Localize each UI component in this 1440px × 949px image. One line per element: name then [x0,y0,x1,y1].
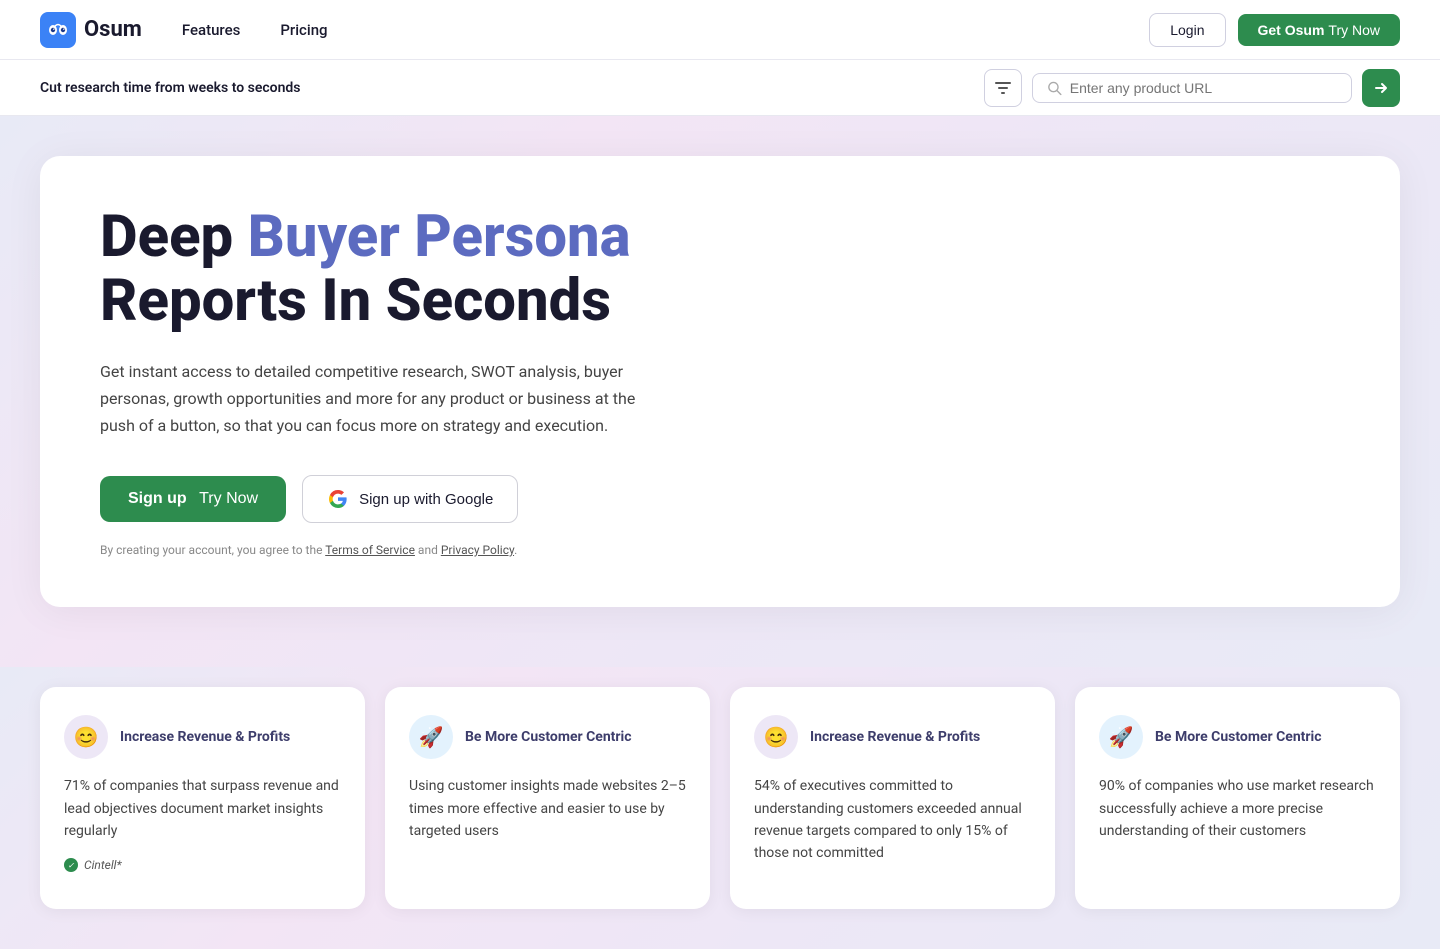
smiley-icon-2: 😊 [764,725,789,749]
card-body-3: 54% of executives committed to understan… [754,775,1031,865]
nav-right: Login Get Osum Try Now [1149,13,1400,47]
search-input[interactable] [1070,80,1337,96]
card-icon-4: 🚀 [1099,715,1143,759]
card-header-4: 🚀 Be More Customer Centric [1099,715,1376,759]
search-icon [1047,80,1062,96]
card-title-2: Be More Customer Centric [465,729,632,745]
card-source-1: ✓ Cintell* [64,858,341,872]
nav-link-features[interactable]: Features [182,21,240,39]
filter-button[interactable] [984,69,1022,107]
hero-section: Deep Buyer Persona Reports In Seconds Ge… [0,116,1440,667]
get-osum-label: Get Osum [1258,22,1325,38]
card-customer-1: 🚀 Be More Customer Centric Using custome… [385,687,710,909]
hero-buttons: Sign up Try Now Sign up with Google [100,475,1340,523]
card-body-2: Using customer insights made websites 2–… [409,775,686,842]
hero-title-plain: Deep [100,203,248,271]
terms-of-service-link[interactable]: Terms of Service [325,543,415,557]
get-osum-try: Try Now [1328,22,1380,38]
hero-title: Deep Buyer Persona Reports In Seconds [100,206,1340,334]
hero-title-accent: Buyer Persona [248,203,631,271]
search-go-button[interactable] [1362,69,1400,107]
logo-text: Osum [84,17,142,42]
get-osum-button[interactable]: Get Osum Try Now [1238,14,1401,46]
cards-section: 😊 Increase Revenue & Profits 71% of comp… [0,667,1440,949]
card-revenue-1: 😊 Increase Revenue & Profits 71% of comp… [40,687,365,909]
osum-logo-icon [40,12,76,48]
source-label-1: Cintell* [84,858,122,872]
search-input-wrap [1032,73,1352,103]
arrow-right-icon [1373,80,1389,96]
signup-google-button[interactable]: Sign up with Google [302,475,518,523]
card-icon-1: 😊 [64,715,108,759]
filter-icon [995,80,1011,96]
hero-description: Get instant access to detailed competiti… [100,358,660,440]
cards-grid: 😊 Increase Revenue & Profits 71% of comp… [40,687,1400,909]
toolbar-bar: Cut research time from weeks to seconds [0,60,1440,116]
card-icon-3: 😊 [754,715,798,759]
nav-link-pricing[interactable]: Pricing [280,21,327,39]
nav-logo[interactable]: Osum [40,12,142,48]
signup-label: Sign up [128,490,187,508]
signup-try-label: Try Now [199,490,258,508]
card-icon-2: 🚀 [409,715,453,759]
card-customer-2: 🚀 Be More Customer Centric 90% of compan… [1075,687,1400,909]
source-dot-1: ✓ [64,858,78,872]
hero-title-rest: Reports In Seconds [100,267,611,335]
google-signup-label: Sign up with Google [359,491,493,508]
card-header-3: 😊 Increase Revenue & Profits [754,715,1031,759]
toolbar-right [984,69,1400,107]
card-revenue-2: 😊 Increase Revenue & Profits 54% of exec… [730,687,1055,909]
login-button[interactable]: Login [1149,13,1225,47]
card-body-4: 90% of companies who use market research… [1099,775,1376,842]
card-title-4: Be More Customer Centric [1155,729,1322,745]
privacy-policy-link[interactable]: Privacy Policy [441,543,514,557]
google-icon [327,488,349,510]
card-header-2: 🚀 Be More Customer Centric [409,715,686,759]
rocket-icon-2: 🚀 [1109,725,1134,749]
card-body-1: 71% of companies that surpass revenue an… [64,775,341,842]
card-title-3: Increase Revenue & Profits [810,729,980,745]
rocket-icon-1: 🚀 [419,725,444,749]
card-header-1: 😊 Increase Revenue & Profits [64,715,341,759]
signup-now-button[interactable]: Sign up Try Now [100,476,286,522]
navbar: Osum Features Pricing Login Get Osum Try… [0,0,1440,60]
smiley-icon-1: 😊 [74,725,99,749]
nav-left: Osum Features Pricing [40,12,328,48]
card-title-1: Increase Revenue & Profits [120,729,290,745]
toolbar-tagline: Cut research time from weeks to seconds [40,80,301,96]
hero-card: Deep Buyer Persona Reports In Seconds Ge… [40,156,1400,607]
hero-terms: By creating your account, you agree to t… [100,543,1340,557]
